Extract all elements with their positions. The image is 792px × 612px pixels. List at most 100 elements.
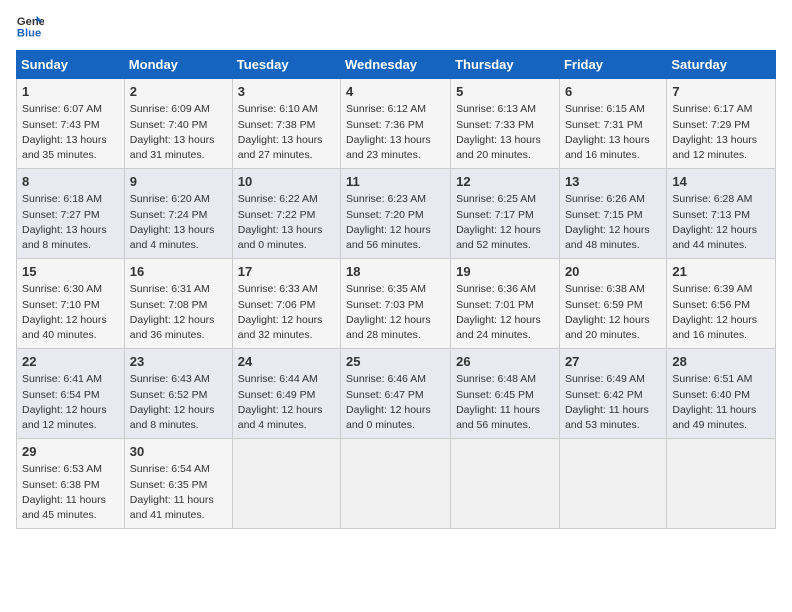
calendar-cell bbox=[232, 439, 340, 529]
day-number: 23 bbox=[130, 353, 227, 371]
sunrise: Sunrise: 6:26 AM bbox=[565, 193, 645, 205]
calendar-cell: 23 Sunrise: 6:43 AM Sunset: 6:52 PM Dayl… bbox=[124, 349, 232, 439]
logo: General Blue bbox=[16, 16, 46, 40]
day-number: 4 bbox=[346, 83, 445, 101]
sunset: Sunset: 7:22 PM bbox=[238, 209, 316, 221]
day-number: 14 bbox=[672, 173, 770, 191]
page-header: General Blue bbox=[16, 16, 776, 40]
day-number: 20 bbox=[565, 263, 661, 281]
daylight: Daylight: 12 hours and 4 minutes. bbox=[238, 404, 323, 431]
calendar-cell: 14 Sunrise: 6:28 AM Sunset: 7:13 PM Dayl… bbox=[667, 169, 776, 259]
sunset: Sunset: 7:20 PM bbox=[346, 209, 424, 221]
sunrise: Sunrise: 6:30 AM bbox=[22, 283, 102, 295]
calendar-cell bbox=[559, 439, 666, 529]
sunrise: Sunrise: 6:10 AM bbox=[238, 103, 318, 115]
daylight: Daylight: 12 hours and 28 minutes. bbox=[346, 314, 431, 341]
sunset: Sunset: 7:40 PM bbox=[130, 119, 208, 131]
sunset: Sunset: 7:10 PM bbox=[22, 299, 100, 311]
calendar-cell: 18 Sunrise: 6:35 AM Sunset: 7:03 PM Dayl… bbox=[341, 259, 451, 349]
sunset: Sunset: 6:45 PM bbox=[456, 389, 534, 401]
daylight: Daylight: 13 hours and 16 minutes. bbox=[565, 134, 650, 161]
sunset: Sunset: 7:17 PM bbox=[456, 209, 534, 221]
sunset: Sunset: 7:38 PM bbox=[238, 119, 316, 131]
calendar-week-row: 15 Sunrise: 6:30 AM Sunset: 7:10 PM Dayl… bbox=[17, 259, 776, 349]
sunset: Sunset: 7:01 PM bbox=[456, 299, 534, 311]
calendar-cell: 27 Sunrise: 6:49 AM Sunset: 6:42 PM Dayl… bbox=[559, 349, 666, 439]
sunset: Sunset: 7:27 PM bbox=[22, 209, 100, 221]
calendar-cell: 10 Sunrise: 6:22 AM Sunset: 7:22 PM Dayl… bbox=[232, 169, 340, 259]
sunset: Sunset: 6:49 PM bbox=[238, 389, 316, 401]
daylight: Daylight: 12 hours and 52 minutes. bbox=[456, 224, 541, 251]
calendar-cell: 28 Sunrise: 6:51 AM Sunset: 6:40 PM Dayl… bbox=[667, 349, 776, 439]
day-number: 16 bbox=[130, 263, 227, 281]
weekday-header: Sunday bbox=[17, 51, 125, 79]
sunrise: Sunrise: 6:07 AM bbox=[22, 103, 102, 115]
daylight: Daylight: 12 hours and 24 minutes. bbox=[456, 314, 541, 341]
calendar-cell: 17 Sunrise: 6:33 AM Sunset: 7:06 PM Dayl… bbox=[232, 259, 340, 349]
sunrise: Sunrise: 6:38 AM bbox=[565, 283, 645, 295]
calendar-cell: 7 Sunrise: 6:17 AM Sunset: 7:29 PM Dayli… bbox=[667, 79, 776, 169]
calendar-cell: 11 Sunrise: 6:23 AM Sunset: 7:20 PM Dayl… bbox=[341, 169, 451, 259]
sunrise: Sunrise: 6:09 AM bbox=[130, 103, 210, 115]
weekday-header: Tuesday bbox=[232, 51, 340, 79]
calendar: SundayMondayTuesdayWednesdayThursdayFrid… bbox=[16, 50, 776, 529]
calendar-week-row: 29 Sunrise: 6:53 AM Sunset: 6:38 PM Dayl… bbox=[17, 439, 776, 529]
day-number: 22 bbox=[22, 353, 119, 371]
day-number: 3 bbox=[238, 83, 335, 101]
sunrise: Sunrise: 6:33 AM bbox=[238, 283, 318, 295]
calendar-cell bbox=[667, 439, 776, 529]
sunrise: Sunrise: 6:35 AM bbox=[346, 283, 426, 295]
day-number: 30 bbox=[130, 443, 227, 461]
sunrise: Sunrise: 6:20 AM bbox=[130, 193, 210, 205]
sunset: Sunset: 6:47 PM bbox=[346, 389, 424, 401]
daylight: Daylight: 13 hours and 23 minutes. bbox=[346, 134, 431, 161]
daylight: Daylight: 13 hours and 8 minutes. bbox=[22, 224, 107, 251]
daylight: Daylight: 12 hours and 8 minutes. bbox=[130, 404, 215, 431]
sunset: Sunset: 6:42 PM bbox=[565, 389, 643, 401]
calendar-cell: 26 Sunrise: 6:48 AM Sunset: 6:45 PM Dayl… bbox=[451, 349, 560, 439]
sunset: Sunset: 7:13 PM bbox=[672, 209, 750, 221]
daylight: Daylight: 11 hours and 45 minutes. bbox=[22, 494, 106, 521]
sunrise: Sunrise: 6:31 AM bbox=[130, 283, 210, 295]
sunset: Sunset: 6:56 PM bbox=[672, 299, 750, 311]
logo-icon: General Blue bbox=[16, 12, 44, 40]
sunset: Sunset: 7:36 PM bbox=[346, 119, 424, 131]
sunrise: Sunrise: 6:48 AM bbox=[456, 373, 536, 385]
sunrise: Sunrise: 6:25 AM bbox=[456, 193, 536, 205]
calendar-cell: 9 Sunrise: 6:20 AM Sunset: 7:24 PM Dayli… bbox=[124, 169, 232, 259]
daylight: Daylight: 12 hours and 40 minutes. bbox=[22, 314, 107, 341]
sunrise: Sunrise: 6:28 AM bbox=[672, 193, 752, 205]
day-number: 27 bbox=[565, 353, 661, 371]
daylight: Daylight: 11 hours and 49 minutes. bbox=[672, 404, 756, 431]
daylight: Daylight: 12 hours and 32 minutes. bbox=[238, 314, 323, 341]
sunset: Sunset: 7:33 PM bbox=[456, 119, 534, 131]
daylight: Daylight: 12 hours and 36 minutes. bbox=[130, 314, 215, 341]
calendar-cell bbox=[451, 439, 560, 529]
weekday-header: Wednesday bbox=[341, 51, 451, 79]
day-number: 2 bbox=[130, 83, 227, 101]
sunset: Sunset: 7:43 PM bbox=[22, 119, 100, 131]
daylight: Daylight: 12 hours and 48 minutes. bbox=[565, 224, 650, 251]
sunrise: Sunrise: 6:51 AM bbox=[672, 373, 752, 385]
sunset: Sunset: 6:35 PM bbox=[130, 479, 208, 491]
sunset: Sunset: 7:31 PM bbox=[565, 119, 643, 131]
day-number: 8 bbox=[22, 173, 119, 191]
sunrise: Sunrise: 6:46 AM bbox=[346, 373, 426, 385]
sunrise: Sunrise: 6:53 AM bbox=[22, 463, 102, 475]
daylight: Daylight: 13 hours and 0 minutes. bbox=[238, 224, 323, 251]
day-number: 9 bbox=[130, 173, 227, 191]
sunrise: Sunrise: 6:39 AM bbox=[672, 283, 752, 295]
calendar-cell: 8 Sunrise: 6:18 AM Sunset: 7:27 PM Dayli… bbox=[17, 169, 125, 259]
day-number: 11 bbox=[346, 173, 445, 191]
sunset: Sunset: 7:03 PM bbox=[346, 299, 424, 311]
calendar-cell: 30 Sunrise: 6:54 AM Sunset: 6:35 PM Dayl… bbox=[124, 439, 232, 529]
calendar-cell: 2 Sunrise: 6:09 AM Sunset: 7:40 PM Dayli… bbox=[124, 79, 232, 169]
sunrise: Sunrise: 6:49 AM bbox=[565, 373, 645, 385]
svg-text:Blue: Blue bbox=[17, 27, 41, 39]
day-number: 18 bbox=[346, 263, 445, 281]
day-number: 12 bbox=[456, 173, 554, 191]
calendar-cell: 13 Sunrise: 6:26 AM Sunset: 7:15 PM Dayl… bbox=[559, 169, 666, 259]
sunrise: Sunrise: 6:22 AM bbox=[238, 193, 318, 205]
day-number: 10 bbox=[238, 173, 335, 191]
day-number: 19 bbox=[456, 263, 554, 281]
